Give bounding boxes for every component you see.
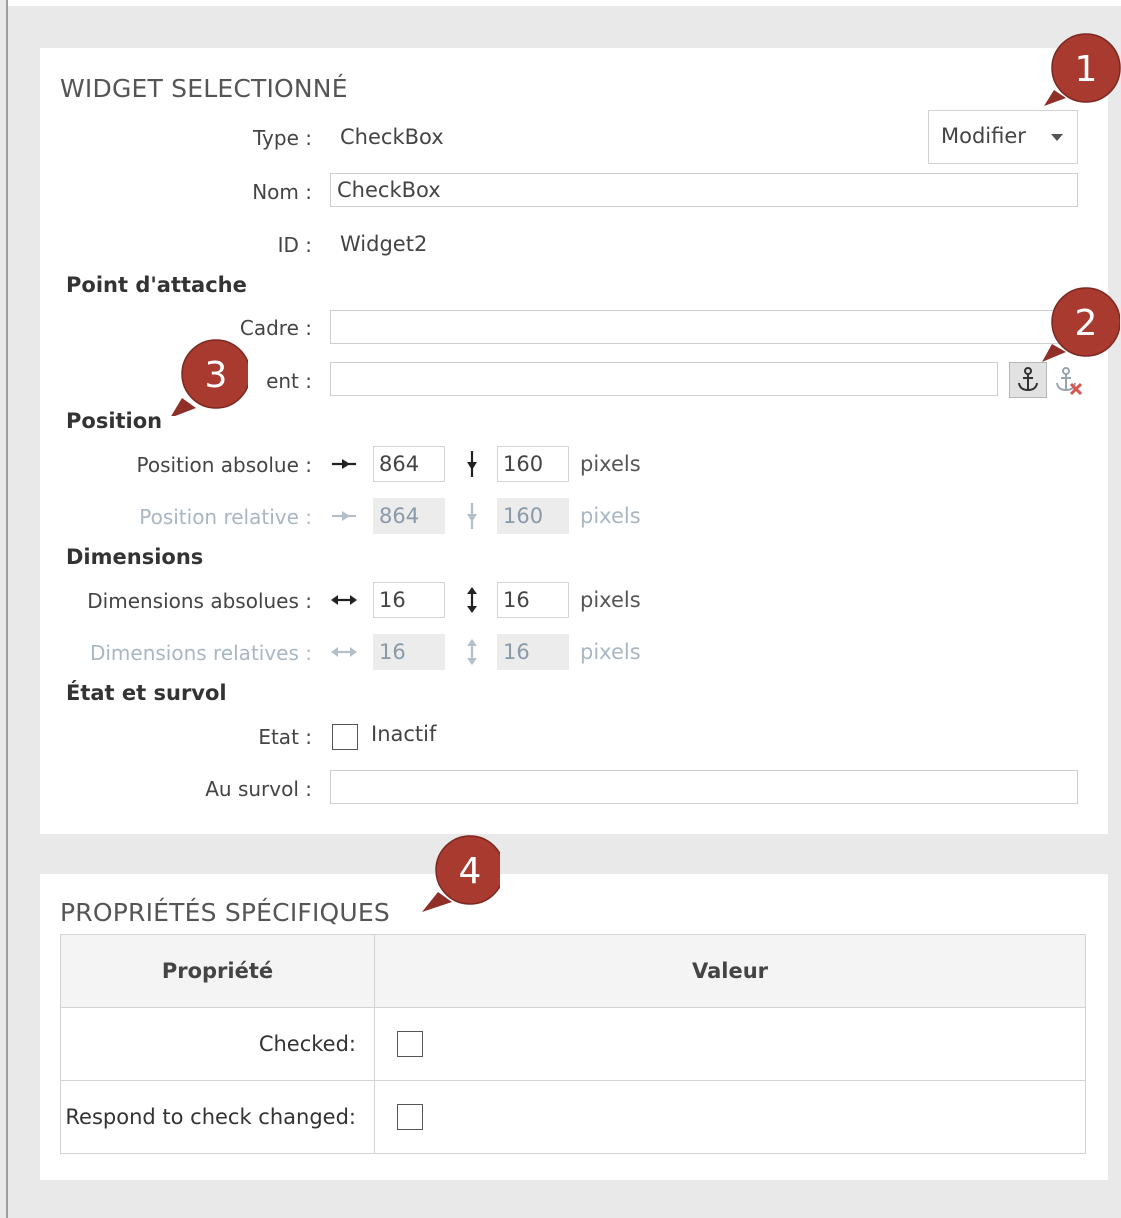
absolute-dimensions-label: Dimensions absolues : (87, 589, 312, 613)
callout-marker-1: 1 (1044, 33, 1121, 106)
specific-properties-title: PROPRIÉTÉS SPÉCIFIQUES (60, 898, 390, 927)
callout-marker-2: 2 (1042, 287, 1120, 362)
arrow-down-icon (467, 503, 477, 529)
relative-position-x: 864 (373, 498, 445, 534)
remove-anchor-button[interactable] (1049, 362, 1087, 398)
type-label: Type : (252, 126, 312, 150)
column-header-property: Propriété (60, 934, 375, 1008)
callout-number: 4 (459, 851, 482, 892)
id-value: Widget2 (340, 232, 428, 256)
arrow-right-icon (332, 459, 356, 469)
relative-width: 16 (373, 634, 445, 670)
double-arrow-horizontal-icon (331, 647, 357, 657)
property-name: Respond to check changed: (60, 1080, 375, 1154)
absolute-height[interactable]: 16 (497, 582, 569, 618)
element-input[interactable] (330, 362, 998, 396)
inactive-checkbox[interactable] (332, 724, 358, 750)
absolute-position-label: Position absolue : (136, 453, 312, 477)
table-row: Checked: (60, 1007, 1086, 1081)
absolute-position-unit: pixels (580, 452, 641, 476)
type-value: CheckBox (340, 125, 444, 149)
callout-number: 3 (205, 355, 228, 396)
hover-label: Au survol : (205, 777, 312, 801)
relative-position-label: Position relative : (139, 505, 312, 529)
element-label: ent : (266, 369, 312, 393)
id-label: ID : (277, 233, 312, 257)
relative-dimensions-label: Dimensions relatives : (89, 641, 312, 665)
absolute-position-y[interactable]: 160 (497, 446, 569, 482)
inactive-checkbox-label: Inactif (371, 722, 437, 746)
frame-input[interactable] (330, 310, 1090, 344)
selected-widget-panel: WIDGET SELECTIONNÉ Type : CheckBox Modif… (40, 48, 1108, 834)
callout-number: 1 (1075, 49, 1098, 90)
anchor-icon (1018, 367, 1038, 392)
name-input[interactable] (330, 173, 1078, 207)
selected-widget-title: WIDGET SELECTIONNÉ (60, 74, 348, 103)
arrow-right-icon (332, 511, 356, 521)
absolute-dimensions-unit: pixels (580, 588, 641, 612)
callout-marker-3: 3 (171, 339, 248, 416)
state-label: Etat : (258, 725, 312, 749)
modify-dropdown[interactable]: Modifier (928, 110, 1078, 164)
properties-table: Propriété Valeur Checked: Respond to che… (60, 934, 1086, 1154)
table-row: Respond to check changed: (60, 1080, 1086, 1154)
respond-check-changed-checkbox[interactable] (397, 1104, 423, 1130)
relative-position-y: 160 (497, 498, 569, 534)
double-arrow-vertical-icon (467, 639, 477, 665)
left-divider (6, 0, 8, 1218)
remove-anchor-icon (1056, 367, 1083, 396)
hover-input[interactable] (330, 770, 1078, 804)
callout-marker-4: 4 (422, 835, 500, 912)
absolute-width[interactable]: 16 (373, 582, 445, 618)
anchor-button[interactable] (1009, 362, 1047, 398)
property-name: Checked: (60, 1007, 375, 1081)
modify-dropdown-label: Modifier (941, 124, 1026, 148)
specific-properties-panel: PROPRIÉTÉS SPÉCIFIQUES Propriété Valeur … (40, 874, 1108, 1180)
checked-checkbox[interactable] (397, 1031, 423, 1057)
double-arrow-vertical-icon (467, 587, 477, 613)
frame-label: Cadre : (239, 316, 312, 340)
state-group-title: État et survol (66, 681, 227, 705)
property-value (374, 1080, 1086, 1154)
name-label: Nom : (252, 180, 312, 204)
absolute-position-x[interactable]: 864 (373, 446, 445, 482)
arrow-down-icon (467, 451, 477, 477)
column-header-value: Valeur (374, 934, 1086, 1008)
callout-number: 2 (1075, 303, 1098, 344)
relative-height: 16 (497, 634, 569, 670)
relative-position-unit: pixels (580, 504, 641, 528)
dropdown-arrow-icon (1051, 134, 1063, 141)
top-divider (8, 0, 1121, 6)
table-header-row: Propriété Valeur (60, 934, 1086, 1008)
dimensions-group-title: Dimensions (66, 545, 204, 569)
position-group-title: Position (66, 409, 163, 433)
anchor-group-title: Point d'attache (66, 273, 247, 297)
property-value (374, 1007, 1086, 1081)
relative-dimensions-unit: pixels (580, 640, 641, 664)
double-arrow-horizontal-icon (331, 595, 357, 605)
